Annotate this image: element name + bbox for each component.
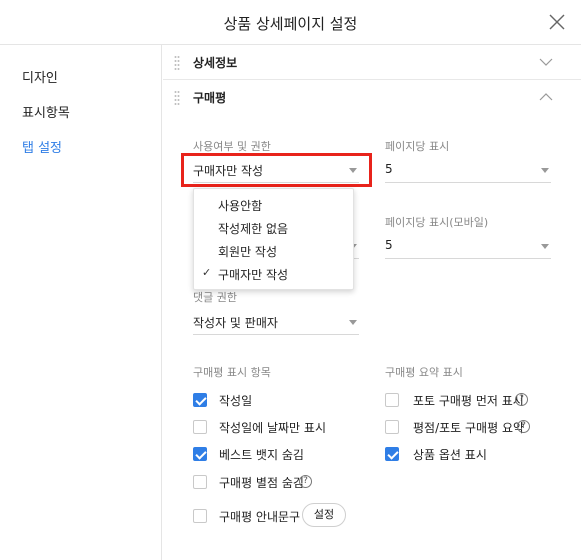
chevron-down-icon[interactable] <box>539 57 553 67</box>
checkbox-hide-best-badge[interactable] <box>193 447 207 461</box>
help-icon[interactable]: ? <box>299 475 312 488</box>
checkbox-rating-summary[interactable] <box>385 420 399 434</box>
main-panel: 상세정보 구매평 사용여부 및 권한 구매자만 작성 페이지당 표시 5 페이지… <box>163 45 581 560</box>
sidebar-item-display-items[interactable]: 표시항목 <box>22 102 70 121</box>
section-detail-title: 상세정보 <box>193 56 238 70</box>
usage-label: 사용여부 및 권한 <box>193 140 271 153</box>
per-page-mobile-value: 5 <box>385 238 393 252</box>
close-icon[interactable] <box>547 12 567 32</box>
section-review-title: 구매평 <box>193 91 227 105</box>
per-page-select[interactable]: 5 <box>385 159 551 183</box>
per-page-label: 페이지당 표시 <box>385 140 450 153</box>
drag-handle-icon[interactable] <box>174 55 180 71</box>
per-page-mobile-select[interactable]: 5 <box>385 235 551 259</box>
settings-button[interactable]: 설정 <box>302 503 346 527</box>
section-review-header[interactable]: 구매평 <box>163 80 581 115</box>
checkbox-date[interactable] <box>193 393 207 407</box>
comment-select-value: 작성자 및 판매자 <box>193 316 278 330</box>
dropdown-option-no-limit[interactable]: 작성제한 없음 <box>218 220 288 237</box>
checkbox-photo-first[interactable] <box>385 393 399 407</box>
usage-dropdown-menu: 사용안함 작성제한 없음 회원만 작성 ✓ 구매자만 작성 <box>193 188 354 290</box>
checkbox-review-notice-label: 구매평 안내문구 <box>219 510 301 524</box>
comment-select[interactable]: 작성자 및 판매자 <box>193 311 359 335</box>
checkbox-date-only-label: 작성일에 날짜만 표시 <box>219 421 326 435</box>
dialog-title: 상품 상세페이지 설정 <box>223 15 358 33</box>
dropdown-arrow-icon <box>541 244 549 249</box>
help-icon[interactable]: ? <box>515 393 528 406</box>
dropdown-option-members-only[interactable]: 회원만 작성 <box>218 243 277 260</box>
section-detail-header[interactable]: 상세정보 <box>163 45 581 80</box>
comment-label: 댓글 권한 <box>193 291 237 304</box>
display-items-label: 구매평 표시 항목 <box>193 366 271 379</box>
checkbox-rating-summary-label: 평점/포토 구매평 요약 <box>413 421 525 435</box>
chevron-up-icon[interactable] <box>539 92 553 102</box>
checkbox-date-only[interactable] <box>193 420 207 434</box>
dropdown-arrow-icon <box>541 168 549 173</box>
sidebar-item-design[interactable]: 디자인 <box>22 67 58 86</box>
checkbox-show-options-label: 상품 옵션 표시 <box>413 448 487 462</box>
checkbox-hide-rating[interactable] <box>193 475 207 489</box>
dropdown-arrow-icon <box>349 320 357 325</box>
checkbox-photo-first-label: 포토 구매평 먼저 표시 <box>413 394 524 408</box>
checkbox-hide-rating-label: 구매평 별점 숨김 <box>219 476 304 490</box>
summary-items-label: 구매평 요약 표시 <box>385 366 463 379</box>
help-icon[interactable]: ? <box>517 420 530 433</box>
checkbox-date-label: 작성일 <box>219 394 253 408</box>
highlight-box <box>181 153 372 187</box>
checkbox-hide-best-badge-label: 베스트 뱃지 숨김 <box>219 448 304 462</box>
drag-handle-icon[interactable] <box>174 90 180 106</box>
sidebar-item-tab-settings[interactable]: 탭 설정 <box>22 137 62 156</box>
per-page-mobile-label: 페이지당 표시(모바일) <box>385 216 489 229</box>
checkbox-review-notice[interactable] <box>193 509 207 523</box>
checkbox-show-options[interactable] <box>385 447 399 461</box>
dialog-header: 상품 상세페이지 설정 <box>0 0 581 45</box>
sidebar: 디자인 표시항목 탭 설정 <box>0 45 162 560</box>
dropdown-option-disabled[interactable]: 사용안함 <box>218 197 262 214</box>
per-page-value: 5 <box>385 162 393 176</box>
check-icon: ✓ <box>202 266 212 279</box>
dropdown-option-buyers-only[interactable]: 구매자만 작성 <box>218 266 288 283</box>
